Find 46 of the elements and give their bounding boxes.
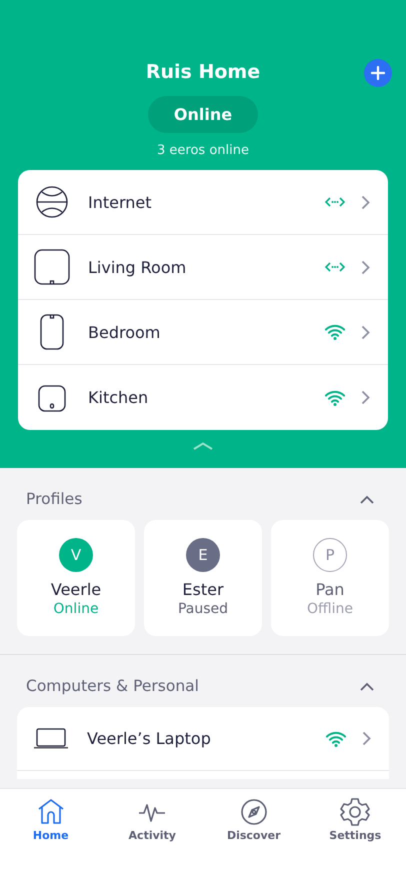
device-name: Kitchen [88,388,150,407]
network-title: Ruis Home [146,60,260,85]
tab[interactable]: Home [10,797,91,842]
avatar: V [59,538,93,572]
profile-name: Pan [316,580,344,599]
device-row[interactable]: Bedroom [18,300,388,365]
globe-icon [34,184,70,220]
device-row[interactable]: Living Room [18,235,388,300]
section-title: Computers & Personal [26,677,199,695]
home-icon [36,797,66,827]
profile-status: Paused [178,601,228,617]
device-name: Living Room [88,258,188,276]
tab[interactable]: Discover [214,797,294,842]
discover-icon [238,797,269,827]
profile-card[interactable]: E Ester Paused [144,520,262,636]
chevron-right-icon [362,731,371,746]
plus-icon [371,66,385,80]
add-button[interactable] [364,59,392,87]
device-name: Bedroom [88,322,162,342]
tab[interactable]: Settings [315,797,396,842]
device-name: Internet [88,192,153,212]
device-row[interactable]: Internet [18,170,388,235]
status-pill: Online [148,96,258,133]
chevron-right-icon [361,194,370,210]
avatar: P [313,538,347,572]
profile-name: Veerle [50,580,102,599]
chevron-right-icon [361,260,370,274]
device-row[interactable]: Veerle’s Laptop [17,707,389,771]
chevron-right-icon [361,324,370,340]
avatar: E [186,538,220,572]
chevron-right-icon [361,390,370,405]
profile-card[interactable]: P Pan Offline [271,520,389,636]
profile-status: Online [53,601,99,617]
eeros-count: 3 eeros online [157,143,249,158]
tab[interactable]: Activity [112,797,192,842]
laptop-icon [33,728,69,750]
chevron-up-icon[interactable] [360,494,374,504]
settings-icon [340,797,370,827]
profile-card[interactable]: V Veerle Online [17,520,135,636]
router-icon [34,249,70,285]
device-name: Veerle’s Laptop [87,729,212,748]
profile-status: Offline [307,601,353,617]
device-row[interactable]: Kitchen [18,365,388,430]
chevron-up-icon[interactable] [360,682,374,690]
section-title: Profiles [26,490,82,508]
profile-name: Ester [182,580,224,599]
